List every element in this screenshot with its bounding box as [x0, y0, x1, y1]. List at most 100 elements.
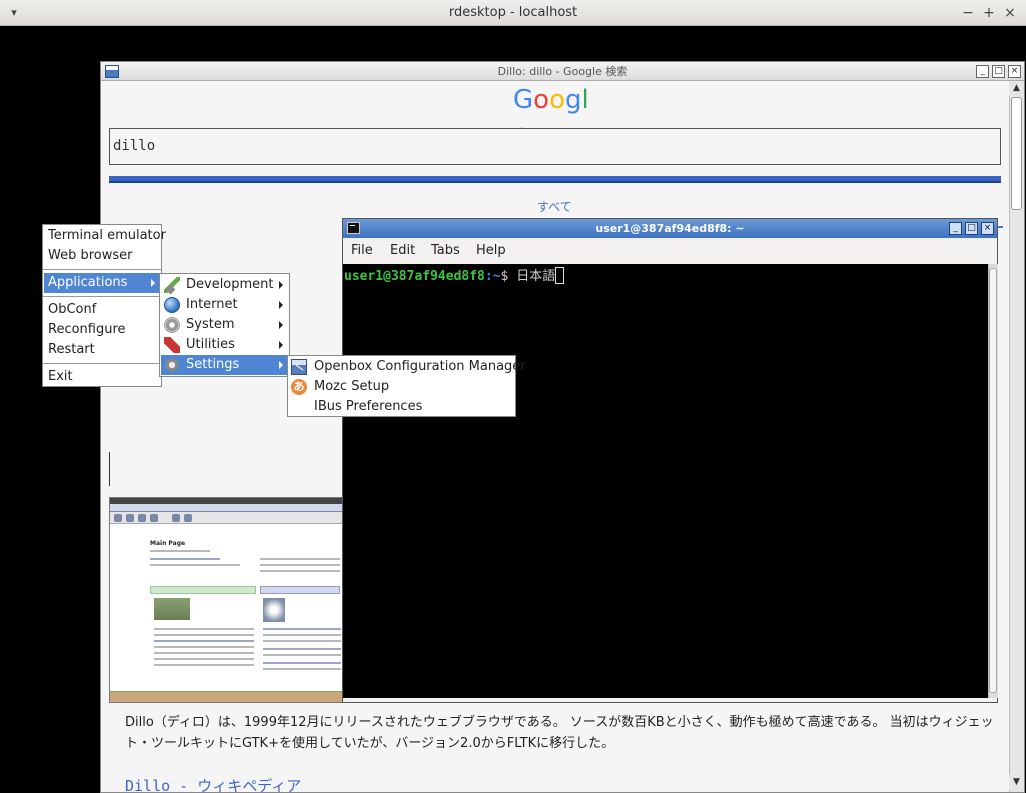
scroll-up-arrow-icon[interactable]: ▲	[1009, 81, 1024, 96]
prompt-symbol: $	[500, 269, 517, 284]
thumbnail-text-line	[154, 646, 254, 648]
result-thumbnail-image[interactable]: Main Page	[109, 497, 343, 703]
terminal-scrollbar-thumb[interactable]	[989, 268, 997, 693]
settings-icon	[164, 357, 180, 373]
thumbnail-text-line	[150, 564, 240, 566]
menu-item-applications[interactable]: Applications	[44, 273, 160, 293]
google-logo-letter: o	[549, 85, 565, 115]
terminal-titlebar[interactable]: user1@387af94ed8f8: ~ _ □ ×	[343, 219, 997, 238]
terminal-menubar: File Edit Tabs Help	[343, 238, 997, 264]
outer-window-titlebar[interactable]: ▾ rdesktop - localhost − + ×	[0, 0, 1026, 26]
thumbnail-forward-icon	[126, 514, 134, 522]
menu-item-development[interactable]: Development	[160, 275, 289, 295]
menu-separator	[43, 363, 161, 364]
outer-close-button[interactable]: ×	[1000, 3, 1020, 23]
outer-maximize-button[interactable]: +	[979, 3, 999, 23]
dillo-minimize-button[interactable]: _	[976, 65, 989, 78]
terminal-menu-tabs[interactable]: Tabs	[431, 242, 460, 260]
tab-all[interactable]: すべて	[537, 198, 573, 216]
terminal-menu-help[interactable]: Help	[476, 242, 506, 260]
menu-item-exit[interactable]: Exit	[43, 367, 161, 387]
thumbnail-text-line	[150, 558, 220, 560]
thumbnail-heading: Main Page	[150, 540, 186, 547]
utilities-icon	[164, 337, 180, 353]
thumbnail-text-line	[150, 550, 210, 552]
dillo-titlebar[interactable]: Dillo: dillo - Google 検索 _ □ ×	[101, 62, 1024, 81]
google-logo: Google	[513, 83, 597, 149]
thumbnail-text-line	[263, 668, 341, 670]
menu-item-web-browser[interactable]: Web browser	[43, 246, 161, 266]
menu-item-utilities[interactable]: Utilities	[160, 335, 289, 355]
thumbnail-text-line	[263, 640, 341, 642]
thumbnail-text-line	[154, 664, 254, 666]
terminal-minimize-button[interactable]: _	[949, 222, 962, 235]
submenu-arrow-icon	[279, 321, 283, 329]
thumbnail-text-line	[263, 648, 341, 650]
thumbnail-text-line	[154, 628, 254, 630]
system-icon	[164, 317, 180, 333]
thumbnail-url-bar	[110, 504, 342, 512]
menu-item-system[interactable]: System	[160, 315, 289, 335]
openbox-config-icon	[291, 359, 307, 375]
thumbnail-text-line	[260, 570, 340, 572]
menu-item-obconf[interactable]: ObConf	[43, 300, 161, 320]
thumbnail-text-line	[154, 658, 254, 660]
terminal-output[interactable]: user1@387af94ed8f8:~$ 日本語	[343, 264, 988, 698]
search-header-bar	[109, 176, 1001, 183]
thumbnail-text-line	[263, 662, 341, 664]
google-logo-letter: o	[533, 85, 550, 115]
thumbnail-toolbar	[110, 512, 342, 524]
submenu-arrow-icon	[279, 361, 283, 369]
terminal-title: user1@387af94ed8f8: ~	[595, 222, 745, 235]
prompt-user: user1@387af94ed8f8	[344, 269, 485, 284]
thumbnail-text-line	[263, 654, 341, 656]
thumbnail-text-line	[263, 628, 341, 630]
applications-menu: Development Internet System Utilities Se…	[159, 273, 290, 377]
text-caret	[109, 452, 110, 486]
submenu-arrow-icon	[279, 341, 283, 349]
thumbnail-back-icon	[114, 514, 122, 522]
menu-item-internet[interactable]: Internet	[160, 295, 289, 315]
terminal-close-button[interactable]: ×	[981, 222, 994, 235]
scroll-down-arrow-icon[interactable]: ▼	[1009, 775, 1024, 790]
menu-item-openbox-configuration-manager[interactable]: Openbox Configuration Manager	[288, 357, 526, 377]
menu-item-ibus-preferences[interactable]: IBus Preferences	[288, 397, 515, 417]
thumbnail-save-icon	[150, 514, 158, 522]
submenu-arrow-icon	[151, 279, 155, 287]
google-logo-letter: G	[513, 85, 534, 115]
menu-item-utilities-label: Utilities	[186, 337, 235, 352]
terminal-window: user1@387af94ed8f8: ~ _ □ × File Edit Ta…	[342, 218, 998, 703]
menu-item-terminal-emulator[interactable]: Terminal emulator	[43, 226, 166, 246]
thumbnail-text-line	[154, 652, 254, 654]
menu-item-settings[interactable]: Settings	[161, 355, 288, 375]
menu-item-development-label: Development	[186, 277, 274, 292]
menu-item-system-label: System	[186, 317, 235, 332]
terminal-menu-file[interactable]: File	[351, 242, 373, 260]
thumbnail-text-line	[260, 564, 340, 566]
terminal-input-text: 日本語	[516, 269, 556, 284]
dillo-close-button[interactable]: ×	[1008, 65, 1021, 78]
development-icon	[164, 277, 180, 293]
submenu-arrow-icon	[279, 301, 283, 309]
terminal-maximize-button[interactable]: □	[965, 222, 978, 235]
menu-item-mozc-setup[interactable]: あ Mozc Setup	[288, 377, 515, 397]
result-link[interactable]: Dillo - ウィキペディア	[125, 775, 301, 792]
menu-item-ibus-preferences-label: IBus Preferences	[314, 399, 423, 414]
search-input[interactable]: dillo	[109, 128, 1001, 165]
thumbnail-reload-icon	[138, 514, 146, 522]
google-logo-letter: g	[565, 85, 582, 115]
menu-item-openbox-configuration-manager-label: Openbox Configuration Manager	[314, 359, 526, 374]
thumbnail-taskbar	[110, 691, 342, 702]
dillo-maximize-button[interactable]: □	[992, 65, 1005, 78]
thumbnail-photo	[263, 598, 285, 622]
menu-item-reconfigure[interactable]: Reconfigure	[43, 320, 161, 340]
mozc-icon: あ	[291, 379, 307, 395]
prompt-path: :~	[484, 269, 501, 284]
outer-minimize-button[interactable]: −	[958, 3, 978, 23]
menu-separator	[43, 296, 161, 297]
terminal-menu-edit[interactable]: Edit	[390, 242, 415, 260]
internet-icon	[164, 297, 180, 313]
dillo-scrollbar-thumb[interactable]	[1011, 97, 1022, 210]
menu-item-mozc-setup-label: Mozc Setup	[314, 379, 390, 394]
menu-item-restart[interactable]: Restart	[43, 340, 161, 360]
